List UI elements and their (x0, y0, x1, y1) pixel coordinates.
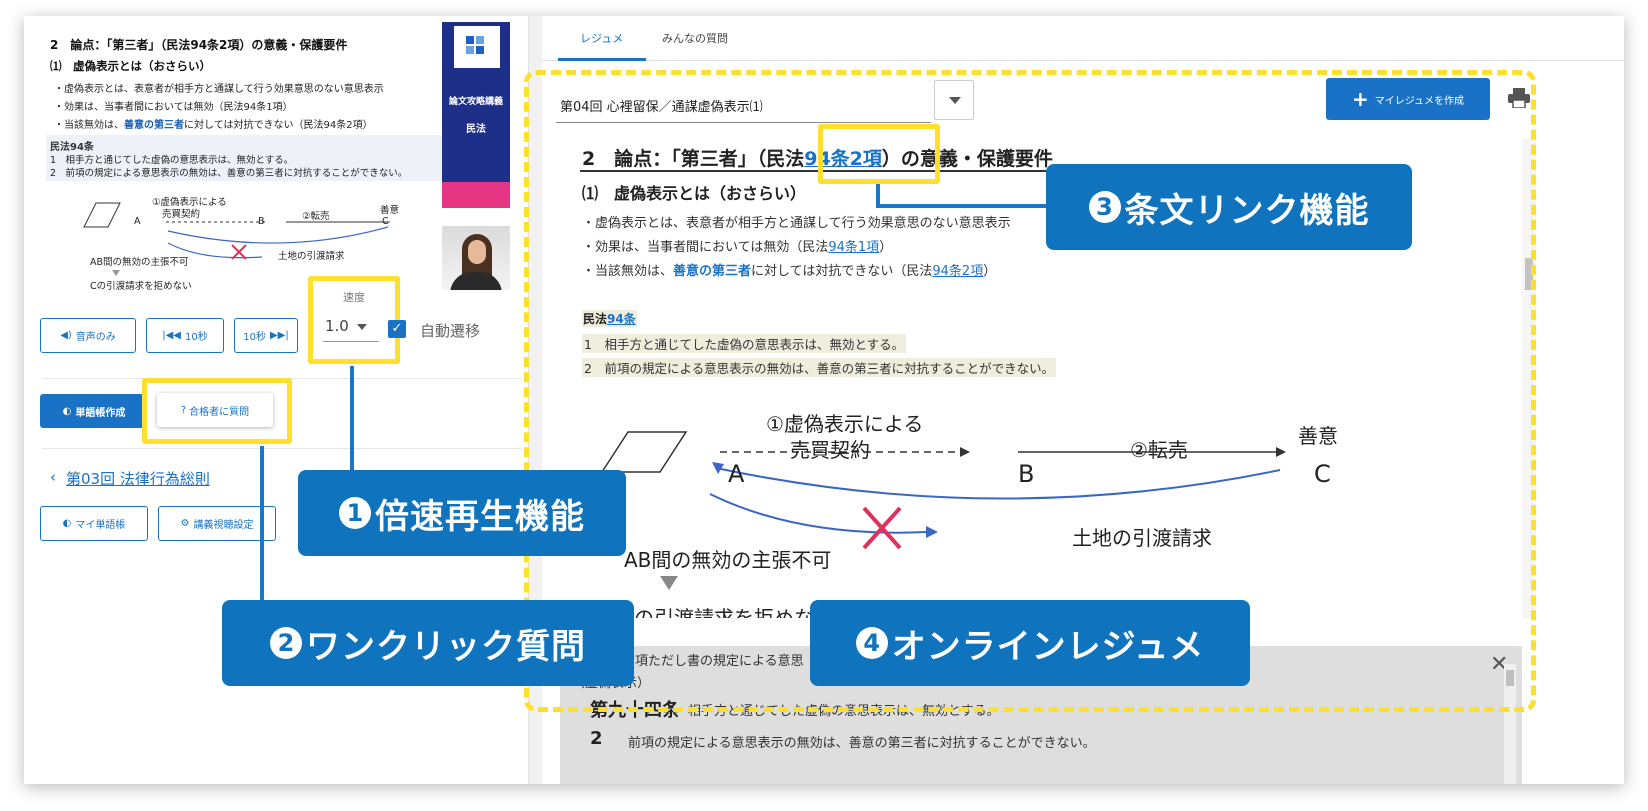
dropdown-caret-icon (357, 324, 367, 330)
relationship-diagram (600, 431, 1286, 590)
auto-advance-label: 自動遷移 (420, 322, 481, 340)
ask-passer-highlight: ? 合格者に質問 (142, 378, 292, 444)
diagram-label: ②転売 (1130, 438, 1188, 462)
resume-paragraph: ・効果は、当事者間においては無効（民法94条1項） (582, 240, 893, 255)
speed-value: 1.0 (325, 317, 349, 335)
slide-diagram-label: 土地の引渡請求 (278, 251, 345, 262)
law-title: 民法94条 (582, 310, 637, 327)
rewind-10s-button[interactable]: |◀◀ 10秒 (146, 318, 224, 353)
callout-online-resume: 4 オンラインレジュメ (810, 600, 1250, 686)
audio-only-button[interactable]: ◀) 音声のみ (40, 318, 136, 353)
resume-paragraph: ・虚偽表示とは、表意者が相手方と通謀して行う効果意思のない意思表示 (582, 216, 1011, 231)
article-link[interactable]: 94条1項 (828, 240, 879, 255)
app-window: 2 論点：「第三者」（民法94条2項）の意義・保護要件 ⑴ 虚偽表示とは（おさら… (24, 16, 1624, 784)
law-text: 1 相手方と通じてした虚偽の意思表示は、無効とする。 (582, 334, 907, 353)
chevron-left-icon: ‹ (50, 468, 56, 486)
slide-diagram-label: AB間の無効の主張不可 (90, 257, 189, 268)
question-icon: ? (180, 404, 187, 416)
create-my-resume-button[interactable]: + マイレジュメを作成 (1326, 78, 1490, 120)
tab-resume[interactable]: レジュメ (580, 30, 623, 46)
forward-10s-button[interactable]: 10秒 ▶▶| (234, 318, 298, 353)
slide-law-line: 2 前項の規定による意思表示の無効は、善意の第三者に対抗することができない。 (50, 168, 408, 179)
diagram-label: 売買契約 (790, 438, 870, 462)
popup-article-number: 第九十四条 (590, 700, 680, 721)
callout-connector (876, 204, 1052, 208)
callout-speed-playback: 1 倍速再生機能 (298, 470, 626, 556)
banner-subject: 民法 (466, 124, 486, 135)
vocab-icon: ◐ (62, 405, 72, 417)
speaker-icon: ◀) (60, 330, 72, 341)
diagram-label: AB間の無効の主張不可 (624, 548, 832, 572)
dropdown-caret-icon (949, 97, 961, 104)
diagram-label: Cの引渡請求を拒めない (620, 606, 834, 618)
law-text: 2 前項の規定による意思表示の無効は、善意の第三者に対抗することができない。 (582, 358, 1057, 377)
popup-text: 相手方と通じてした虚偽の意思表示は、無効とする。 (688, 704, 1000, 719)
slide-line: ・虚偽表示とは、表意者が相手方と通謀して行う効果意思のない意思表示 (54, 84, 384, 95)
slide-line: ・効果は、当事者間においては無効（民法94条1項） (54, 102, 293, 113)
callout-one-click-question: 2 ワンクリック質問 (222, 600, 634, 686)
diagram-label: A (728, 460, 745, 488)
plus-icon: + (1351, 87, 1369, 111)
ask-passer-button[interactable]: ? 合格者に質問 (157, 393, 273, 427)
prev-lecture-link[interactable]: 第03回 法律行為総則 (66, 468, 210, 489)
popup-scrollbar[interactable] (1504, 664, 1516, 784)
lecture-slide: 2 論点：「第三者」（民法94条2項）の意義・保護要件 ⑴ 虚偽表示とは（おさら… (32, 22, 518, 290)
article-link-highlight (818, 124, 940, 184)
callout-connector (260, 446, 264, 616)
slide-diagram-label: 善意 (380, 205, 400, 216)
slide-diagram (83, 202, 390, 276)
slide-diagram-label: 売買契約 (162, 209, 201, 220)
popup-paragraph-number: 2 (590, 728, 603, 749)
slide-law-title: 民法94条 (50, 142, 94, 153)
slide-diagram-label: ②転売 (302, 211, 330, 222)
article-link[interactable]: 94条2項 (932, 264, 983, 279)
lecture-select-value[interactable]: 第04回 心裡留保／通謀虚偽表示⑴ (560, 96, 763, 115)
diagram-label: C (1314, 460, 1331, 488)
course-banner: 論文攻略講義 民法 (442, 22, 510, 208)
diagram-label: ①虚偽表示による (766, 412, 924, 436)
forward-icon: ▶▶| (269, 330, 289, 341)
my-vocab-button[interactable]: ◐ マイ単語帳 (40, 506, 148, 541)
popup-text: 前項の規定による意思表示の無効は、善意の第三者に対抗することができない。 (628, 736, 1096, 751)
slide-diagram-label: B (258, 216, 265, 227)
banner-course-name: 論文攻略講義 (448, 97, 503, 107)
slide-heading: 2 論点：「第三者」（民法94条2項）の意義・保護要件 (50, 38, 348, 52)
slide-diagram-label: A (134, 216, 141, 227)
diagram-label: 善意 (1298, 424, 1338, 448)
lecture-select-dropdown[interactable] (934, 80, 974, 120)
slide-law-line: 1 相手方と通じてした虚偽の意思表示は、無効とする。 (50, 155, 294, 166)
slide-diagram-label: Cの引渡請求を拒めない (90, 281, 192, 290)
callout-connector (350, 366, 354, 486)
auto-advance-checkbox[interactable]: ✓ (388, 320, 406, 338)
slide-subheading: ⑴ 虚偽表示とは（おさらい） (50, 59, 211, 73)
vocab-create-button[interactable]: ◐ 単語帳作成 (40, 394, 148, 428)
slide-diagram-label: C (382, 216, 389, 227)
slide-line: ・当該無効は、善意の第三者に対しては対抗できない（民法94条2項） (54, 120, 373, 131)
speed-selector[interactable]: 速度 1.0 (308, 276, 400, 364)
rewind-icon: |◀◀ (162, 330, 181, 341)
lecturer-video (442, 226, 510, 290)
speed-label: 速度 (343, 291, 365, 304)
tab-questions[interactable]: みんなの質問 (662, 30, 728, 46)
printer-icon[interactable] (1508, 88, 1530, 108)
diagram-label: 土地の引渡請求 (1072, 526, 1212, 550)
article-link[interactable]: 94条 (607, 312, 636, 326)
callout-article-link: 3 条文リンク機能 (1046, 164, 1412, 250)
lecture-settings-button[interactable]: ⚙ 講義視聴設定 (158, 506, 276, 541)
popup-text: 前項ただし書の規定による意思 (622, 654, 804, 669)
vocab-icon: ◐ (62, 518, 72, 529)
resume-subheading: ⑴ 虚偽表示とは（おさらい） (582, 184, 807, 203)
resume-scrollbar[interactable] (1522, 138, 1536, 618)
gear-icon: ⚙ (180, 518, 190, 529)
diagram-label: B (1018, 460, 1035, 488)
resume-paragraph: ・当該無効は、善意の第三者に対しては対抗できない（民法94条2項） (582, 264, 997, 279)
active-tab-indicator (558, 58, 646, 61)
school-logo (454, 26, 500, 68)
banner-accent (442, 182, 510, 208)
